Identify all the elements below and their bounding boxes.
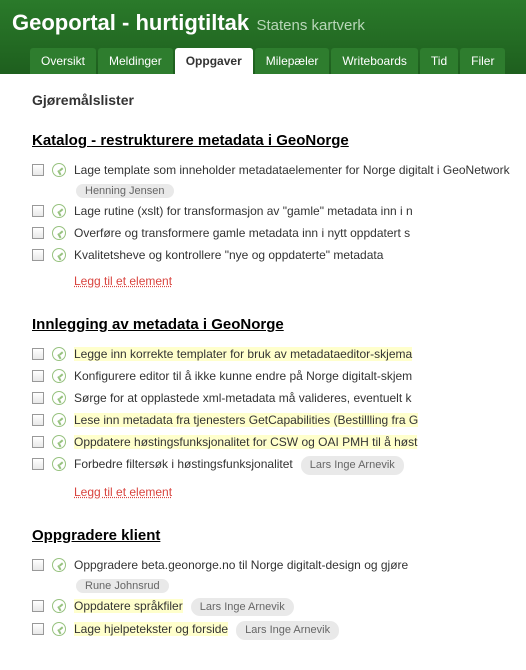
task-row: Lage hjelpetekster og forside Lars Inge A… — [32, 618, 526, 642]
task-row: Oppdatere språkfiler Lars Inge Arnevik — [32, 595, 526, 619]
add-item-link[interactable]: Legg til et element — [74, 274, 172, 288]
assignee-pill[interactable]: Rune Johnsrud — [76, 579, 169, 593]
task-row: Legge inn korrekte templater for bruk av… — [32, 343, 526, 365]
task-row: Lage template som inneholder metadataele… — [32, 159, 526, 181]
task-text[interactable]: Sørge for at opplastede xml-metadata må … — [74, 391, 412, 405]
todo-list: Innlegging av metadata i GeoNorge Legge i… — [32, 316, 526, 499]
task-row: Forbedre filtersøk i høstingsfunksjonali… — [32, 453, 526, 477]
task-text[interactable]: Konfigurere editor til å ikke kunne endr… — [74, 369, 412, 383]
clock-icon[interactable] — [52, 347, 66, 361]
clock-icon[interactable] — [52, 369, 66, 383]
list-heading[interactable]: Oppgradere klient — [32, 527, 160, 544]
task-row: Konfigurere editor til å ikke kunne endr… — [32, 365, 526, 387]
list-heading[interactable]: Katalog - restrukturere metadata i GeoNo… — [32, 132, 349, 149]
task-checkbox[interactable] — [32, 600, 44, 612]
todo-list: Oppgradere klient Oppgradere beta.geonorg… — [32, 527, 526, 642]
org-subtitle: Statens kartverk — [256, 17, 364, 34]
list-heading[interactable]: Innlegging av metadata i GeoNorge — [32, 316, 284, 333]
task-row: Sørge for at opplastede xml-metadata må … — [32, 387, 526, 409]
clock-icon[interactable] — [52, 391, 66, 405]
task-checkbox[interactable] — [32, 458, 44, 470]
task-text[interactable]: Lage hjelpetekster og forside — [74, 622, 228, 636]
task-row: Overføre og transformere gamle metadata … — [32, 222, 526, 244]
clock-icon[interactable] — [52, 435, 66, 449]
task-checkbox[interactable] — [32, 623, 44, 635]
clock-icon[interactable] — [52, 599, 66, 613]
task-checkbox[interactable] — [32, 392, 44, 404]
assignee-pill[interactable]: Henning Jensen — [76, 184, 174, 198]
clock-icon[interactable] — [52, 457, 66, 471]
project-title: Geoportal - hurtigtiltak — [12, 10, 249, 35]
clock-icon[interactable] — [52, 558, 66, 572]
task-text[interactable]: Overføre og transformere gamle metadata … — [74, 226, 410, 240]
main-tabs: OversiktMeldingerOppgaverMilepælerWriteb… — [12, 48, 514, 74]
task-checkbox[interactable] — [32, 348, 44, 360]
clock-icon[interactable] — [52, 163, 66, 177]
task-checkbox[interactable] — [32, 370, 44, 382]
add-item-link[interactable]: Legg til et element — [74, 485, 172, 499]
task-text[interactable]: Lese inn metadata fra tjenesters GetCapa… — [74, 413, 418, 427]
clock-icon[interactable] — [52, 226, 66, 240]
content-area: Gjøremålslister Katalog - restrukturere … — [0, 74, 526, 642]
todo-list: Katalog - restrukturere metadata i GeoNo… — [32, 132, 526, 288]
tab-meldinger[interactable]: Meldinger — [98, 48, 173, 74]
task-text[interactable]: Lage rutine (xslt) for transformasjon av… — [74, 204, 413, 218]
task-row: Lage rutine (xslt) for transformasjon av… — [32, 200, 526, 222]
task-row: Kvalitetsheve og kontrollere "nye og opp… — [32, 244, 526, 266]
task-checkbox[interactable] — [32, 205, 44, 217]
task-text[interactable]: Lage template som inneholder metadataele… — [74, 163, 510, 177]
task-checkbox[interactable] — [32, 164, 44, 176]
tab-milepæler[interactable]: Milepæler — [255, 48, 330, 74]
tab-tid[interactable]: Tid — [420, 48, 458, 74]
task-row: Oppgradere beta.geonorge.no til Norge di… — [32, 554, 526, 576]
task-text[interactable]: Forbedre filtersøk i høstingsfunksjonali… — [74, 457, 293, 471]
task-text[interactable]: Oppgradere beta.geonorge.no til Norge di… — [74, 558, 408, 572]
clock-icon[interactable] — [52, 622, 66, 636]
task-text[interactable]: Oppdatere høstingsfunksjonalitet for CSW… — [74, 435, 417, 449]
clock-icon[interactable] — [52, 248, 66, 262]
task-checkbox[interactable] — [32, 414, 44, 426]
clock-icon[interactable] — [52, 413, 66, 427]
task-text[interactable]: Oppdatere språkfiler — [74, 599, 183, 613]
task-row: Lese inn metadata fra tjenesters GetCapa… — [32, 409, 526, 431]
task-checkbox[interactable] — [32, 559, 44, 571]
tab-filer[interactable]: Filer — [460, 48, 505, 74]
task-checkbox[interactable] — [32, 227, 44, 239]
task-row: Oppdatere høstingsfunksjonalitet for CSW… — [32, 431, 526, 453]
task-checkbox[interactable] — [32, 249, 44, 261]
clock-icon[interactable] — [52, 204, 66, 218]
section-title: Gjøremålslister — [32, 92, 526, 108]
tab-oversikt[interactable]: Oversikt — [30, 48, 96, 74]
assignee-pill[interactable]: Lars Inge Arnevik — [191, 598, 294, 617]
app-header: Geoportal - hurtigtiltak Statens kartver… — [0, 0, 526, 74]
tab-oppgaver[interactable]: Oppgaver — [175, 48, 253, 74]
task-checkbox[interactable] — [32, 436, 44, 448]
task-text[interactable]: Kvalitetsheve og kontrollere "nye og opp… — [74, 248, 383, 262]
tab-writeboards[interactable]: Writeboards — [331, 48, 417, 74]
task-text[interactable]: Legge inn korrekte templater for bruk av… — [74, 347, 412, 361]
assignee-pill[interactable]: Lars Inge Arnevik — [301, 456, 404, 475]
assignee-pill[interactable]: Lars Inge Arnevik — [236, 621, 339, 640]
